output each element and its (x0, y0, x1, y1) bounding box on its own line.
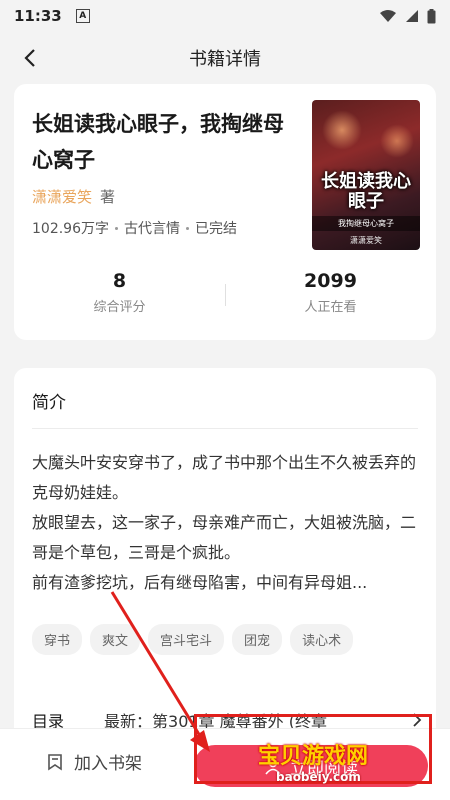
tag-chip[interactable]: 穿书 (32, 624, 83, 655)
intro-paragraph: 前有渣爹挖坑，后有继母陷害，中间有异母姐... (32, 573, 368, 592)
status-time: 11:33 (14, 7, 62, 25)
bookshelf-icon (48, 753, 62, 770)
watermark-url: baobeiy.com (276, 770, 361, 784)
stat-rating: 8 综合评分 (14, 270, 225, 320)
intro-paragraph: 放眼望去，这一家子，母亲难产而亡，大姐被洗脑，二哥是个草包，三哥是个疯批。 (32, 513, 417, 562)
intro-text[interactable]: 大魔头叶安安穿书了，成了书中那个出生不久被丢弃的克母奶娃娃。 放眼望去，这一家子… (32, 448, 422, 598)
book-status: 已完结 (195, 221, 237, 237)
author-row: 潇潇爱笑 著 (32, 186, 115, 207)
back-button[interactable] (16, 44, 44, 72)
notification-icon: A (75, 9, 90, 23)
signal-icon (406, 10, 418, 22)
tag-chip[interactable]: 团宠 (232, 624, 283, 655)
site-watermark: 宝贝游戏网 baobeiy.com (258, 738, 368, 784)
tag-chip[interactable]: 宫斗宅斗 (148, 624, 225, 655)
wifi-icon (380, 10, 396, 22)
separator-dot (115, 226, 118, 230)
intro-paragraph: 大魔头叶安安穿书了，成了书中那个出生不久被丢弃的克母奶娃娃。 (32, 453, 417, 502)
rating-label: 综合评分 (93, 300, 146, 315)
lantern-glow (322, 110, 362, 150)
stats-divider (225, 284, 226, 306)
cover-subtitle: 我掏继母心窝子 (312, 216, 420, 231)
status-bar: 11:33 A (0, 0, 450, 32)
intro-divider (32, 428, 418, 429)
readers-value: 2099 (304, 270, 357, 292)
chevron-right-icon (413, 713, 422, 727)
cover-author: 潇潇爱笑 (350, 236, 382, 245)
author-suffix: 著 (100, 188, 116, 206)
intro-heading: 简介 (32, 393, 66, 413)
tag-chip[interactable]: 读心术 (290, 624, 354, 655)
author-name[interactable]: 潇潇爱笑 (32, 186, 92, 207)
book-title: 长姐读我心眼子，我掏继母心窝子 (32, 112, 284, 172)
stat-readers: 2099 人正在看 (225, 270, 436, 320)
word-count: 102.96万字 (32, 221, 109, 237)
book-cover[interactable]: 长姐读我心眼子 我掏继母心窝子 潇潇爱笑 (312, 100, 420, 250)
watermark-text: 宝贝游戏网 (258, 744, 369, 769)
book-meta: 102.96万字 古代言情 已完结 (32, 218, 237, 238)
tag-chip[interactable]: 爽文 (90, 624, 141, 655)
add-to-shelf-label: 加入书架 (74, 754, 142, 774)
intro-card: 简介 大魔头叶安安穿书了，成了书中那个出生不久被丢弃的克母奶娃娃。 放眼望去，这… (14, 368, 436, 748)
cover-title: 长姐读我心眼子 (321, 171, 411, 212)
add-to-shelf-button[interactable]: 加入书架 (46, 749, 142, 774)
chevron-left-icon (24, 49, 35, 67)
readers-label: 人正在看 (304, 300, 357, 315)
rating-value: 8 (112, 270, 127, 292)
lantern-glow (380, 124, 414, 158)
tag-list: 穿书 爽文 宫斗宅斗 团宠 读心术 (32, 624, 354, 655)
separator-dot (186, 226, 189, 230)
page-title: 书籍详情 (189, 49, 261, 70)
book-info-card: 长姐读我心眼子，我掏继母心窝子 潇潇爱笑 著 102.96万字 古代言情 已完结… (14, 84, 436, 340)
header: 书籍详情 (0, 36, 450, 80)
bottom-action-bar: 加入书架 立即阅读 (0, 728, 450, 800)
battery-icon (427, 8, 436, 23)
book-stats: 8 综合评分 2099 人正在看 (14, 270, 436, 320)
book-category: 古代言情 (124, 221, 180, 237)
